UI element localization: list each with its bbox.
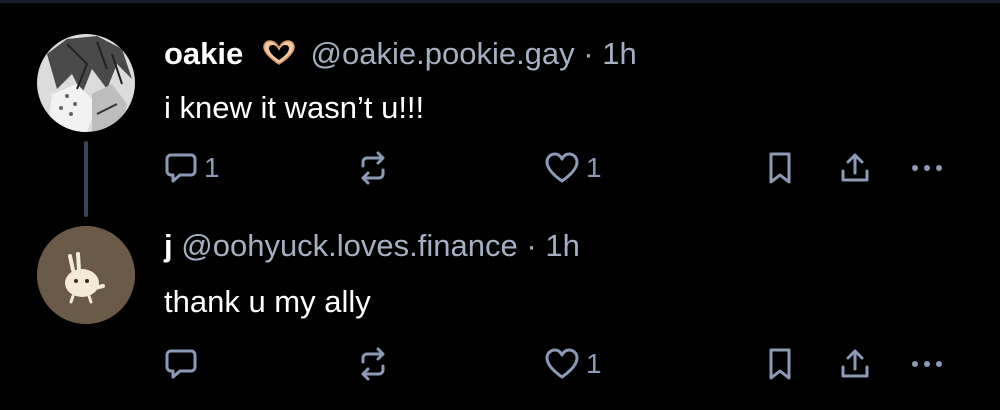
display-name[interactable]: j — [164, 228, 173, 263]
reply-count: 1 — [204, 152, 220, 183]
separator: · — [583, 36, 594, 71]
reply-icon — [165, 153, 197, 183]
post-text: i knew it wasn’t u!!! — [164, 90, 425, 125]
like-count: 1 — [586, 348, 602, 379]
post-1[interactable]: oakie @oakie.pookie.gay · 1h i knew it w… — [0, 0, 1000, 210]
like-button[interactable]: 1 — [544, 347, 602, 381]
bookmark-button[interactable] — [765, 151, 795, 185]
repost-button[interactable] — [356, 347, 390, 381]
bookmark-icon — [769, 152, 791, 184]
repost-button[interactable] — [356, 151, 390, 185]
heart-icon — [545, 152, 579, 183]
bookmark-button[interactable] — [765, 347, 795, 381]
thread-line — [84, 141, 88, 217]
post-header: oakie @oakie.pookie.gay · 1h — [164, 34, 637, 76]
heart-icon — [545, 348, 579, 379]
share-icon — [841, 349, 869, 378]
more-icon — [912, 361, 942, 367]
timestamp[interactable]: 1h — [545, 228, 579, 263]
share-icon — [841, 153, 869, 182]
like-count: 1 — [586, 152, 602, 183]
more-button[interactable] — [910, 151, 944, 185]
timestamp[interactable]: 1h — [602, 36, 636, 71]
post-2[interactable]: j @oohyuck.loves.finance · 1h thank u my… — [0, 210, 1000, 410]
separator: · — [526, 228, 537, 263]
avatar[interactable] — [37, 226, 135, 324]
reply-button[interactable] — [164, 347, 204, 381]
display-name[interactable]: oakie — [164, 36, 243, 71]
handle[interactable]: @oakie.pookie.gay — [311, 36, 575, 71]
share-button[interactable] — [838, 347, 872, 381]
post-text: thank u my ally — [164, 284, 371, 319]
repost-icon — [361, 151, 385, 185]
post-header: j @oohyuck.loves.finance · 1h — [164, 226, 580, 266]
avatar[interactable] — [37, 34, 135, 132]
repost-icon — [361, 347, 385, 381]
bookmark-icon — [769, 348, 791, 380]
share-button[interactable] — [838, 151, 872, 185]
reply-button[interactable]: 1 — [164, 151, 220, 185]
heart-hands-icon — [262, 36, 296, 76]
more-button[interactable] — [910, 347, 944, 381]
more-icon — [912, 165, 942, 171]
handle[interactable]: @oohyuck.loves.finance — [181, 228, 518, 263]
reply-icon — [165, 349, 197, 379]
like-button[interactable]: 1 — [544, 151, 602, 185]
